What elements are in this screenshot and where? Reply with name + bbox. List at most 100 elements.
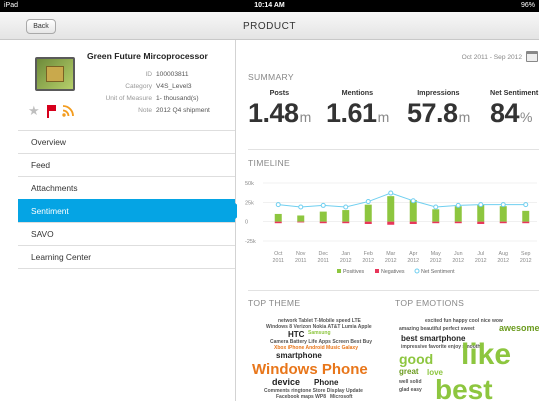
metric-label: Impressions (417, 88, 460, 97)
legend-swatch (375, 269, 379, 273)
x-tick-label: May (431, 251, 441, 257)
legend-label: Net Sentiment (421, 269, 455, 275)
sidebar-item-savo[interactable]: SAVO (18, 222, 235, 245)
sidebar-item-learning-center[interactable]: Learning Center (18, 245, 235, 268)
metric-unit: m (377, 109, 390, 125)
x-tick-year: 2011 (273, 258, 284, 264)
word: glad easy (399, 387, 422, 393)
word: Microsoft (330, 394, 353, 400)
word: Windows Phone (252, 361, 368, 378)
word: HTC (288, 330, 305, 339)
x-tick-label: Apr (409, 251, 417, 257)
field-value: 100003811 (156, 71, 189, 78)
x-tick-year: 2011 (318, 258, 329, 264)
x-tick-year: 2012 (407, 258, 419, 264)
y-tick-label: 50k (245, 181, 254, 187)
word: like (461, 338, 512, 371)
y-tick-label: 0 (245, 220, 248, 226)
net-sentiment-point (388, 190, 394, 196)
timeline-chart: 50k25k0-25kOct2011Nov2011Dec2011Jan2012F… (245, 181, 537, 275)
date-range[interactable]: Oct 2011 - Sep 2012 (462, 54, 522, 61)
bar-negatives (297, 221, 305, 223)
x-tick-label: Jan (341, 251, 350, 257)
bar-positives (342, 210, 350, 222)
x-tick-year: 2012 (362, 258, 374, 264)
bar-negatives (454, 221, 462, 224)
bar-negatives (387, 221, 395, 225)
app-window: iPad 10:14 AM 96% Back PRODUCT Green Fut… (0, 0, 539, 401)
bar-positives (319, 211, 327, 222)
x-tick-label: Jun (454, 251, 463, 257)
navigation-bar: Back PRODUCT (0, 12, 539, 40)
x-tick-year: 2012 (475, 258, 487, 264)
word: good (399, 351, 434, 367)
metric-posts: Posts 1.48m (248, 88, 311, 133)
star-icon[interactable]: ★ (28, 104, 40, 118)
net-sentiment-point (298, 204, 304, 210)
word: device (272, 377, 301, 387)
legend-label: Negatives (381, 269, 405, 275)
product-field-category: Category V4S_Level3 (78, 83, 191, 90)
word: Samsung (308, 330, 331, 336)
metric-value: 1.61m (326, 98, 390, 128)
net-sentiment-point (500, 202, 506, 208)
product-card: Green Future Mircoprocessor ID 100003811 … (18, 40, 235, 132)
calendar-icon[interactable] (526, 51, 538, 62)
y-tick-label: 25k (245, 200, 254, 206)
battery-level: 96% (520, 2, 535, 9)
product-field-unit: Unit of Measure 1- thousand(s) (78, 95, 198, 102)
net-sentiment-point (478, 202, 484, 208)
net-sentiment-point (410, 198, 416, 204)
bar-negatives (342, 221, 350, 224)
bar-negatives (319, 221, 327, 224)
sidebar-item-sentiment[interactable]: Sentiment (18, 199, 245, 222)
metric-value: 1.48m (248, 98, 311, 128)
timeline-title: TIMELINE (248, 158, 291, 168)
net-sentiment-point (455, 202, 461, 208)
bar-positives (364, 204, 372, 222)
bar-positives (522, 210, 530, 222)
sidebar-item-attachments[interactable]: Attachments (18, 176, 235, 199)
x-tick-label: Aug (499, 251, 508, 257)
top-theme-cloud[interactable]: network Tablet T-Mobile speed LTE Window… (248, 318, 388, 401)
x-tick-year: 2012 (385, 258, 397, 264)
metric-value: 57.8m (407, 98, 471, 128)
top-theme-title: TOP THEME (248, 298, 301, 308)
page-title: PRODUCT (243, 21, 296, 32)
legend-label: Positives (343, 269, 365, 275)
x-tick-year: 2012 (520, 258, 532, 264)
field-key: Unit of Measure (105, 95, 152, 102)
metric-unit: m (458, 109, 471, 125)
bar-negatives (432, 221, 440, 224)
bar-negatives (409, 221, 417, 224)
word: great (399, 367, 419, 376)
bar-positives (432, 209, 440, 222)
x-tick-label: Mar (386, 251, 395, 257)
bar-positives (274, 213, 282, 222)
word: Phone (314, 378, 339, 387)
net-sentiment-line (278, 192, 526, 208)
word: smartphone (276, 351, 322, 360)
field-value: 2012 Q4 shipment (156, 107, 210, 114)
flag-icon[interactable] (46, 105, 57, 118)
y-tick-label: -25k (245, 239, 256, 245)
x-tick-label: Feb (364, 251, 373, 257)
x-tick-label: Nov (296, 251, 306, 257)
top-emotions-cloud[interactable]: excited fun happy cool nice wow awesome … (395, 318, 539, 401)
metric-unit: % (520, 109, 532, 125)
word: best (435, 374, 493, 401)
main-panel: Oct 2011 - Sep 2012 SUMMARY Posts 1.48m … (237, 40, 539, 401)
sidebar-item-overview[interactable]: Overview (18, 130, 235, 153)
rss-icon[interactable] (62, 104, 75, 117)
product-name: Green Future Mircoprocessor (87, 51, 208, 61)
word: awesome (499, 323, 539, 333)
sidebar-item-feed[interactable]: Feed (18, 153, 235, 176)
bar-negatives (477, 221, 485, 224)
net-sentiment-point (365, 199, 371, 205)
metric-net-sentiment: Net Sentiment 84% (490, 88, 538, 133)
x-tick-year: 2012 (430, 258, 442, 264)
bar-negatives (364, 221, 372, 224)
product-field-id: ID 100003811 (78, 71, 189, 78)
x-tick-label: Jul (477, 251, 484, 257)
metric-label: Mentions (341, 88, 374, 97)
